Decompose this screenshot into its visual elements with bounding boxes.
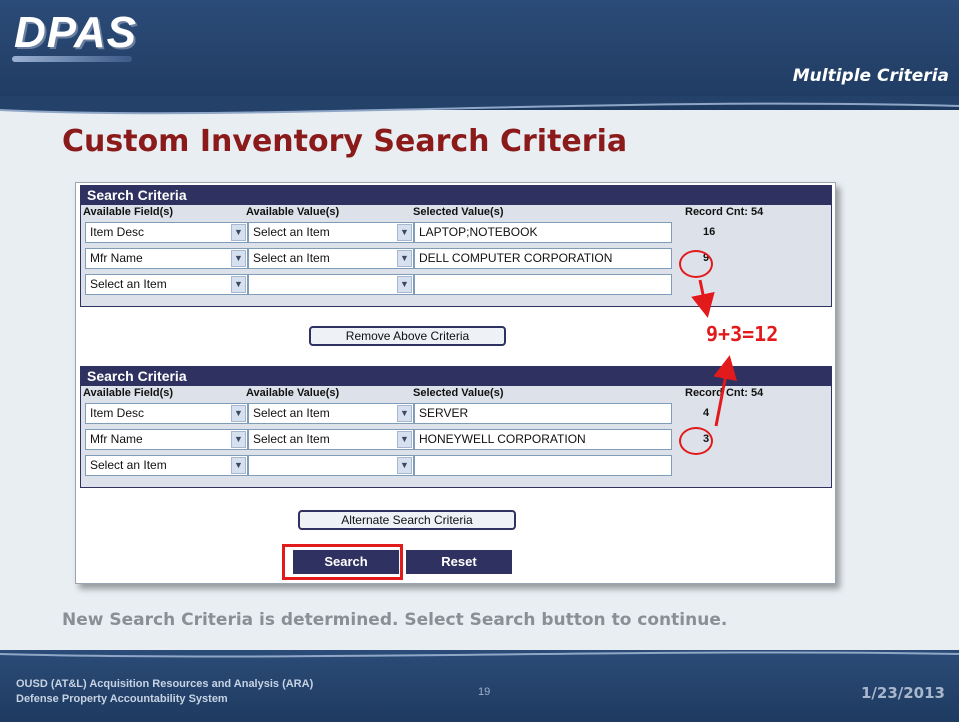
chevron-down-icon[interactable]: ▼ [231,224,246,241]
col-available-values: Available Value(s) [246,206,340,218]
value-select[interactable]: Select an Item ▼ [248,222,414,243]
selected-value-field[interactable]: LAPTOP;NOTEBOOK [414,222,672,243]
column-headers: Available Field(s) Available Value(s) Se… [81,205,831,220]
chevron-down-icon[interactable]: ▼ [397,250,412,267]
remove-above-criteria-button[interactable]: Remove Above Criteria [309,326,506,346]
criteria-row: Mfr Name ▼ Select an Item ▼ HONEYWELL CORP… [81,427,831,453]
criteria-row: Item Desc ▼ Select an Item ▼ SERVER 4 [81,401,831,427]
screen-capture-panel: Search Criteria Available Field(s) Avail… [75,182,836,584]
value-select[interactable]: ▼ [248,274,414,295]
footer-org-line: OUSD (AT&L) Acquisition Resources and An… [16,678,314,690]
page-number: 19 [478,686,491,698]
chevron-down-icon[interactable]: ▼ [397,224,412,241]
col-available-fields: Available Field(s) [83,387,174,399]
slide-subtitle: Multiple Criteria [792,66,949,86]
column-headers: Available Field(s) Available Value(s) Se… [81,386,831,401]
selected-value-field[interactable]: DELL COMPUTER CORPORATION [414,248,672,269]
field-select[interactable]: Item Desc ▼ [85,403,248,424]
header-wave [0,96,959,115]
sum-annotation: 9+3=12 [706,322,779,346]
slide-header: DPAS Multiple Criteria [0,0,959,110]
chevron-down-icon[interactable]: ▼ [397,431,412,448]
search-criteria-block-2: Search Criteria Available Field(s) Avail… [80,366,832,488]
criteria-row: Select an Item ▼ ▼ [81,453,831,479]
search-highlight-box [282,544,403,580]
value-select[interactable]: Select an Item ▼ [248,403,414,424]
logo-swoosh [12,56,132,62]
search-criteria-header: Search Criteria [81,186,831,205]
field-select[interactable]: Mfr Name ▼ [85,429,248,450]
field-select[interactable]: Mfr Name ▼ [85,248,248,269]
chevron-down-icon[interactable]: ▼ [397,405,412,422]
alternate-search-criteria-button[interactable]: Alternate Search Criteria [298,510,516,530]
count-9-highlight-circle [679,250,713,278]
search-criteria-header: Search Criteria [81,367,831,386]
field-select[interactable]: Select an Item ▼ [85,455,248,476]
chevron-down-icon[interactable]: ▼ [397,276,412,293]
slide-title: Custom Inventory Search Criteria [62,124,628,159]
value-select[interactable]: Select an Item ▼ [248,429,414,450]
footer-system-line: Defense Property Accountability System [16,693,228,705]
criteria-row: Mfr Name ▼ Select an Item ▼ DELL COMPUTER … [81,246,831,272]
field-select[interactable]: Select an Item ▼ [85,274,248,295]
chevron-down-icon[interactable]: ▼ [231,431,246,448]
selected-value-field[interactable] [414,455,672,476]
instruction-text: New Search Criteria is determined. Selec… [62,610,728,630]
field-select[interactable]: Item Desc ▼ [85,222,248,243]
search-criteria-block-1: Search Criteria Available Field(s) Avail… [80,185,832,307]
col-available-fields: Available Field(s) [83,206,174,218]
dpas-logo: DPAS [14,8,137,57]
record-count: 4 [703,407,710,419]
reset-button[interactable]: Reset [406,550,512,574]
value-select[interactable]: Select an Item ▼ [248,248,414,269]
col-available-values: Available Value(s) [246,387,340,399]
col-selected-values: Selected Value(s) [413,387,504,399]
chevron-down-icon[interactable]: ▼ [231,405,246,422]
chevron-down-icon[interactable]: ▼ [231,276,246,293]
selected-value-field[interactable] [414,274,672,295]
selected-value-field[interactable]: SERVER [414,403,672,424]
chevron-down-icon[interactable]: ▼ [397,457,412,474]
criteria-row: Item Desc ▼ Select an Item ▼ LAPTOP;NOTEBO… [81,220,831,246]
criteria-row: Select an Item ▼ ▼ [81,272,831,298]
chevron-down-icon[interactable]: ▼ [231,457,246,474]
value-select[interactable]: ▼ [248,455,414,476]
col-selected-values: Selected Value(s) [413,206,504,218]
chevron-down-icon[interactable]: ▼ [231,250,246,267]
record-count: 16 [703,226,716,238]
record-count-label: Record Cnt: 54 [685,387,764,399]
selected-value-field[interactable]: HONEYWELL CORPORATION [414,429,672,450]
record-count-label: Record Cnt: 54 [685,206,764,218]
slide-date: 1/23/2013 [860,684,945,702]
count-3-highlight-circle [679,427,713,455]
footer-wave [0,651,959,658]
